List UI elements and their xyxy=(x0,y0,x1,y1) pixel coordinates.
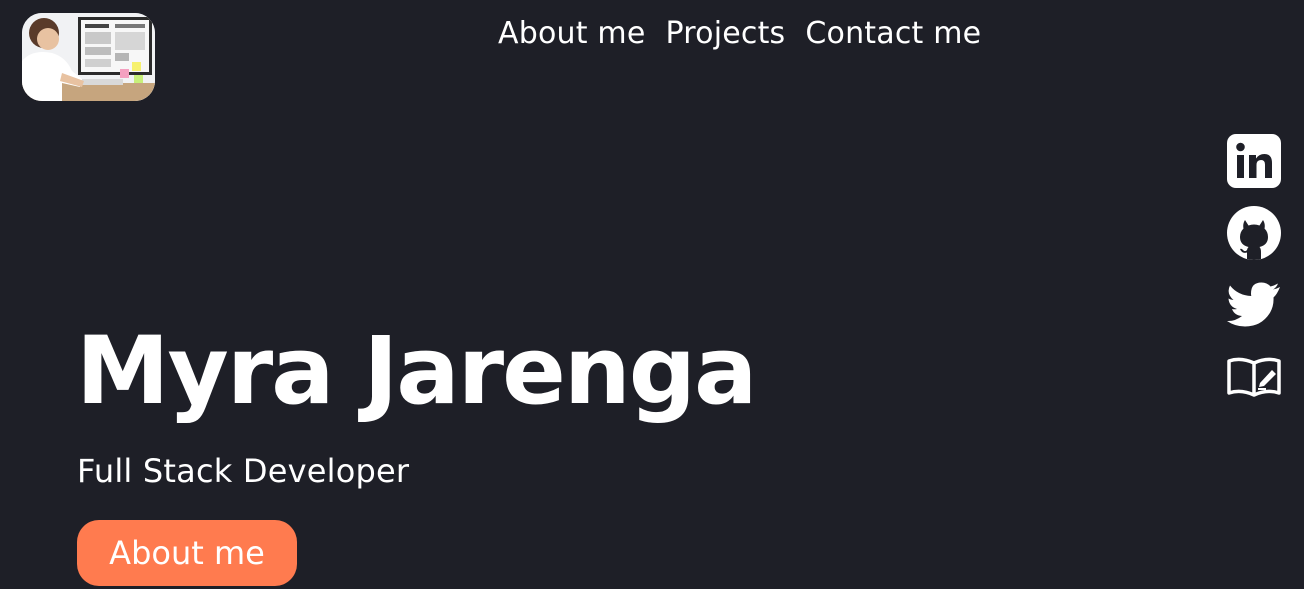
site-logo[interactable] xyxy=(22,13,155,101)
nav-about-me[interactable]: About me xyxy=(498,16,646,51)
social-links xyxy=(1226,133,1282,405)
nav-projects[interactable]: Projects xyxy=(666,16,786,51)
hero-name: Myra Jarenga xyxy=(76,317,757,426)
nav-contact-me[interactable]: Contact me xyxy=(805,16,981,51)
github-icon[interactable] xyxy=(1226,205,1282,261)
hero-role: Full Stack Developer xyxy=(77,452,410,490)
twitter-icon[interactable] xyxy=(1226,277,1282,333)
blog-icon[interactable] xyxy=(1226,349,1282,405)
about-me-button[interactable]: About me xyxy=(77,520,297,586)
linkedin-icon[interactable] xyxy=(1226,133,1282,189)
main-nav: About me Projects Contact me xyxy=(498,16,981,51)
